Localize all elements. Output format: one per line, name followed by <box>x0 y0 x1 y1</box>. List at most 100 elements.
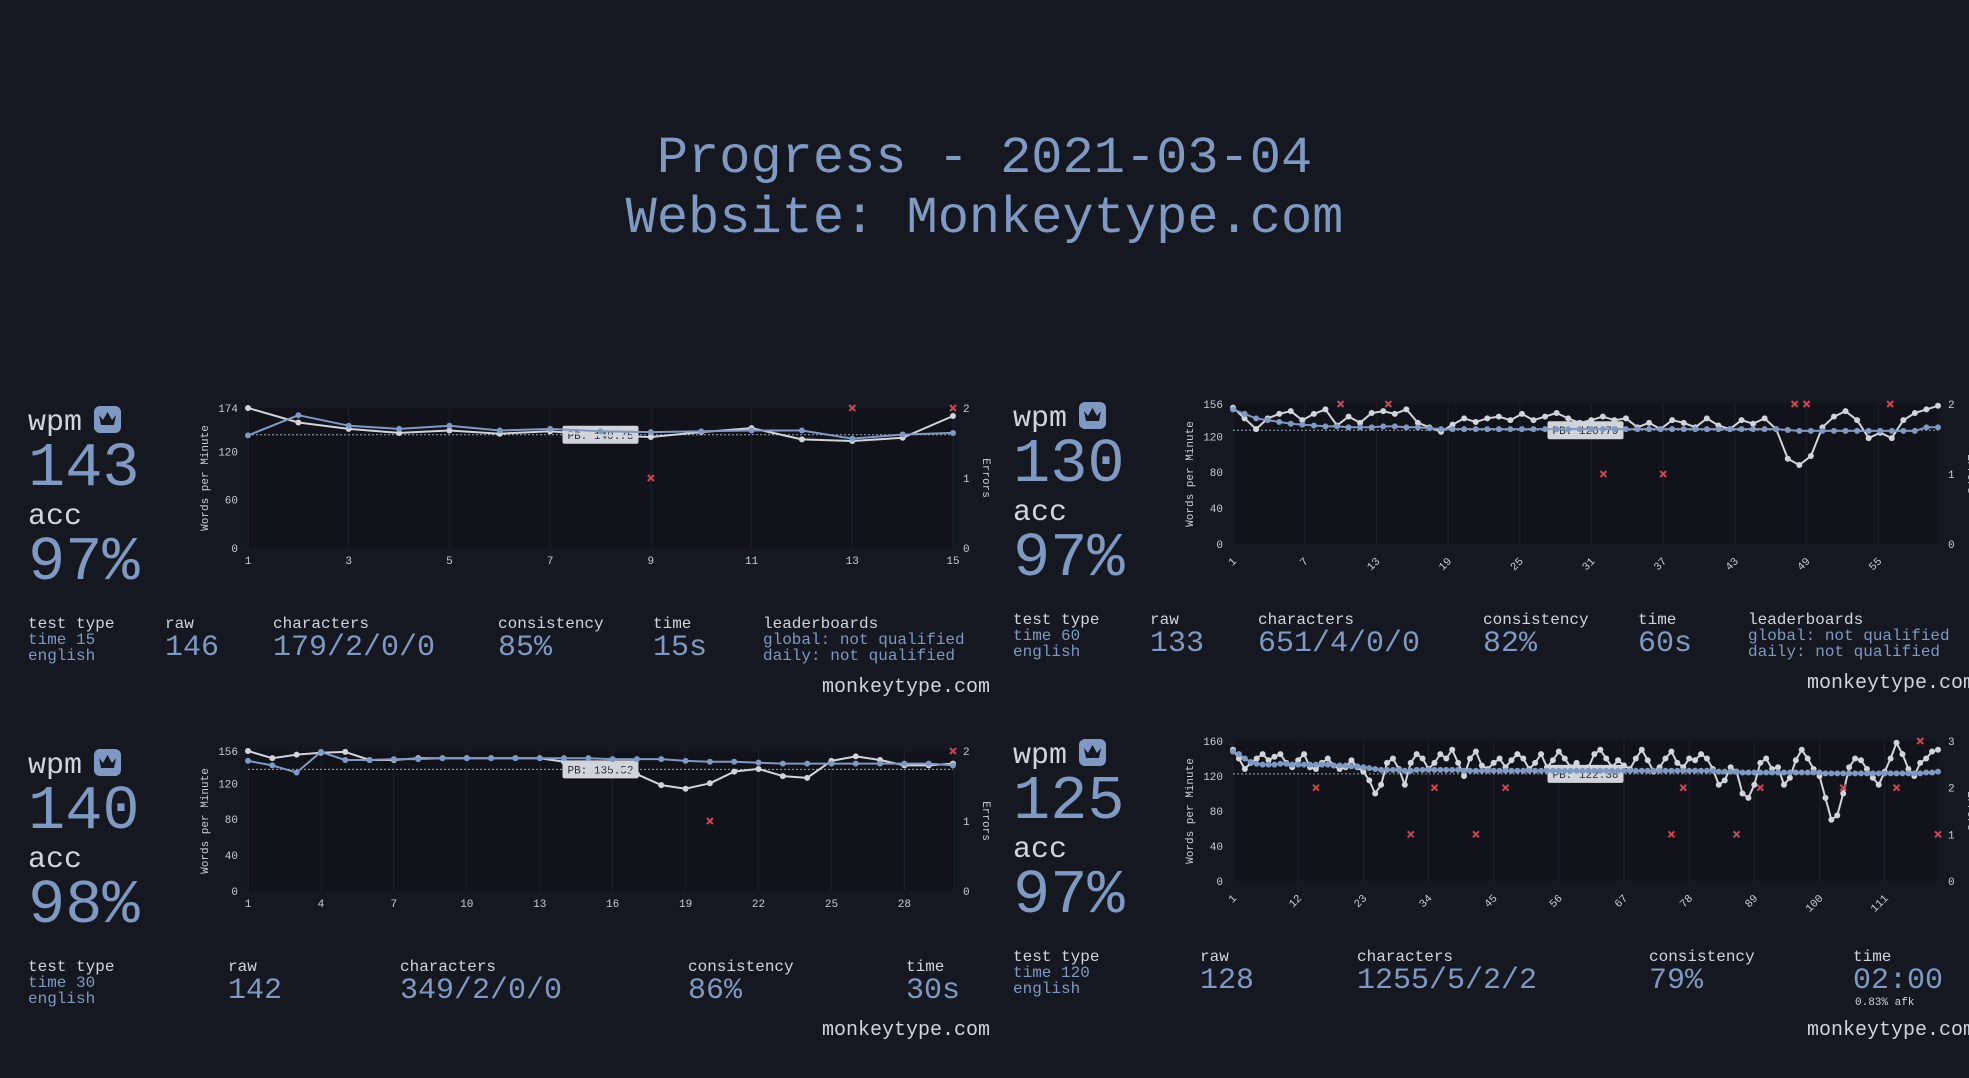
raw-point <box>1750 420 1757 427</box>
stat-consistency: consistency 82% <box>1483 612 1589 660</box>
raw-point <box>1828 816 1835 823</box>
raw-value: 128 <box>1200 964 1255 998</box>
raw-point <box>1490 759 1497 766</box>
y-axis-label: Words per Minute <box>1185 758 1197 864</box>
brand-watermark: monkeytype.com <box>1806 1019 1969 1042</box>
language-value: english <box>1013 643 1081 661</box>
consistency-value: 86% <box>688 974 743 1008</box>
crown-icon <box>1079 402 1106 429</box>
consistency-label: consistency <box>1649 948 1755 966</box>
wpm-point <box>1632 767 1639 774</box>
raw-point <box>1413 751 1420 758</box>
wpm-point <box>1484 426 1491 433</box>
raw-point <box>852 753 859 760</box>
afk-value: 0.83% afk <box>1855 997 1915 1009</box>
wpm-point <box>1657 426 1664 433</box>
raw-point <box>1852 755 1859 762</box>
raw-point <box>1520 755 1527 762</box>
stat-consistency: consistency 86% <box>688 959 794 1007</box>
raw-point <box>1553 409 1560 416</box>
wpm-point <box>1822 770 1829 777</box>
wpm-point <box>1680 767 1687 774</box>
wpm-point <box>1917 770 1924 777</box>
pb-label: PB: 135.52 <box>567 765 633 777</box>
wpm-point <box>1761 426 1768 433</box>
raw-point <box>245 405 251 411</box>
y-tick-label: 0 <box>231 887 238 899</box>
wpm-point <box>1877 427 1884 434</box>
wpm-point <box>1775 769 1782 776</box>
raw-point <box>1449 746 1456 753</box>
raw-point <box>779 773 786 780</box>
raw-point <box>1775 764 1782 771</box>
language-value: english <box>1013 980 1081 998</box>
wpm-point <box>1780 769 1787 776</box>
x-tick-label: 12 <box>1287 893 1305 911</box>
brand-watermark: monkeytype.com <box>821 1019 990 1042</box>
wpm-point <box>1662 767 1669 774</box>
wpm-point <box>1750 426 1757 433</box>
y-tick-label: 160 <box>1203 737 1223 749</box>
time-value: 02:00 <box>1853 964 1944 998</box>
raw-point <box>1495 413 1502 420</box>
raw-point <box>293 751 300 758</box>
err-axis-label: Errors <box>979 458 991 498</box>
raw-point <box>1792 757 1799 764</box>
wpm-point <box>1923 424 1930 431</box>
x-tick-label: 67 <box>1613 893 1631 911</box>
wpm-point <box>1911 427 1918 434</box>
wpm-point <box>1852 770 1859 777</box>
raw-point <box>1638 746 1645 753</box>
wpm-point <box>1668 767 1675 774</box>
crown-icon <box>1079 739 1106 766</box>
wpm-point <box>1301 761 1308 768</box>
wpm-point <box>1372 766 1379 772</box>
wpm-point <box>1745 769 1752 776</box>
raw-point <box>1542 413 1549 420</box>
raw-point <box>1324 755 1331 762</box>
consistency-value: 79% <box>1649 964 1704 998</box>
raw-point <box>1484 415 1491 422</box>
wpm-point <box>1419 766 1426 773</box>
wpm-point <box>877 760 884 767</box>
raw-point <box>1530 417 1537 424</box>
x-tick-label: 11 <box>745 556 759 568</box>
y-tick-label: 40 <box>1210 504 1223 516</box>
wpm-point <box>1842 427 1849 434</box>
raw-point <box>1508 757 1515 764</box>
y-tick-label: 0 <box>1216 540 1223 552</box>
wpm-point <box>1334 423 1341 430</box>
x-tick-label: 31 <box>1580 556 1598 574</box>
raw-point <box>1646 419 1653 426</box>
y-tick-label: 156 <box>218 747 238 759</box>
wpm-point <box>1520 767 1527 774</box>
wpm-point <box>1698 767 1705 774</box>
wpm-point <box>682 757 689 764</box>
raw-point <box>1518 410 1525 417</box>
wpm-point <box>1241 410 1248 417</box>
consistency-value: 85% <box>498 631 553 665</box>
raw-point <box>1496 755 1503 762</box>
raw-point <box>1842 408 1849 415</box>
raw-point <box>1786 774 1793 781</box>
wpm-value: 125 <box>1013 766 1125 837</box>
raw-point <box>1929 748 1936 755</box>
crown-icon <box>94 406 121 433</box>
consistency-label: consistency <box>688 958 794 976</box>
wpm-point <box>1502 767 1509 774</box>
wpm-point <box>748 427 755 434</box>
x-tick-label: 89 <box>1743 893 1761 911</box>
wpm-point <box>1863 770 1870 777</box>
y-tick-label: 120 <box>218 447 238 459</box>
raw-point <box>1935 402 1941 409</box>
x-tick-label: 19 <box>1437 556 1455 574</box>
wpm-point <box>1230 748 1236 755</box>
wpm-point <box>755 759 762 766</box>
raw-point <box>1715 781 1722 788</box>
time-value: 60s <box>1638 627 1693 661</box>
wpm-point <box>1854 427 1861 434</box>
wpm-point <box>1686 767 1693 774</box>
x-tick-label: 1 <box>1227 893 1240 906</box>
raw-point <box>1372 790 1379 797</box>
raw-point <box>1893 739 1900 746</box>
